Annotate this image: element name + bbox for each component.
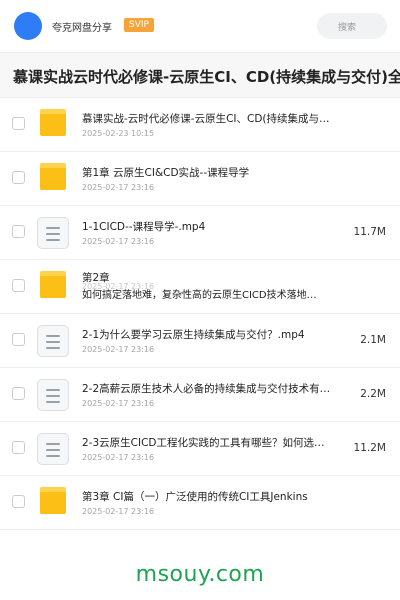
list-item[interactable]: 2-3云原生CICD工程化实践的工具有哪些？如何选择？.mp4 2025-02-… (0, 422, 400, 476)
document-icon (37, 379, 69, 411)
item-date: 2025-02-17 23:16 (82, 237, 155, 246)
item-date: 2025-02-17 23:16 (82, 345, 155, 354)
item-name: 2-2高薪云原生技术人必备的持续集成与交付技术有哪些？.mp4 (82, 383, 334, 395)
avatar[interactable] (14, 12, 42, 40)
item-date: 2025-02-17 23:16 (82, 183, 155, 192)
item-date: 2025-02-17 23:16 (82, 453, 155, 462)
search-input[interactable]: 搜索 (317, 13, 387, 39)
item-date: 2025-02-17 23:16 (82, 399, 155, 408)
item-date: 2025-02-23 10:15 (82, 129, 155, 138)
checkbox[interactable] (12, 495, 25, 508)
watermark: msouy.com (135, 562, 265, 587)
folder-icon (37, 271, 69, 303)
list-item[interactable]: 第1章 云原生CI&CD实战--课程导学 2025-02-17 23:16 (0, 152, 400, 206)
user-name[interactable]: 夸克网盘分享 (52, 19, 112, 34)
item-size: 2.2M (360, 388, 386, 400)
item-name: 第1章 云原生CI&CD实战--课程导学 (82, 167, 250, 179)
document-icon (37, 217, 69, 249)
page-title: 慕课实战云时代必修课-云原生CI、CD(持续集成与交付)全流程实战 (13, 68, 400, 86)
list-item[interactable]: 2-2高薪云原生技术人必备的持续集成与交付技术有哪些？.mp4 2025-02-… (0, 368, 400, 422)
item-name: 2-1为什么要学习云原生持续集成与交付？.mp4 (82, 329, 305, 341)
folder-icon (37, 487, 69, 519)
search-placeholder: 搜索 (338, 23, 357, 33)
checkbox[interactable] (12, 117, 25, 130)
list-item[interactable]: 第3章 CI篇（一）广泛使用的传统CI工具Jenkins 2025-02-17 … (0, 476, 400, 530)
checkbox[interactable] (12, 279, 25, 292)
item-size: 2.1M (360, 334, 386, 346)
item-date: 2025-02-17 23:16 (82, 507, 155, 516)
document-icon (37, 325, 69, 357)
item-name: 慕课实战-云时代必修课-云原生CI、CD(持续集成与交付)全流程实战 (82, 113, 334, 125)
checkbox[interactable] (12, 441, 25, 454)
list-item[interactable]: 1-1CICD--课程导学-.mp4 2025-02-17 23:16 11.7… (0, 206, 400, 260)
folder-icon (37, 109, 69, 141)
item-name-continued: 如何搞定落地难，复杂性高的云原生CICD技术落地实战 (82, 290, 322, 301)
title-bar: 慕课实战云时代必修课-云原生CI、CD(持续集成与交付)全流程实战 (0, 52, 400, 98)
item-size: 11.7M (353, 226, 386, 238)
checkbox[interactable] (12, 387, 25, 400)
checkbox[interactable] (12, 225, 25, 238)
checkbox[interactable] (12, 171, 25, 184)
item-name: 2-3云原生CICD工程化实践的工具有哪些？如何选择？.mp4 (82, 437, 334, 449)
list-item[interactable]: 慕课实战-云时代必修课-云原生CI、CD(持续集成与交付)全流程实战 2025-… (0, 98, 400, 152)
file-list: 慕课实战-云时代必修课-云原生CI、CD(持续集成与交付)全流程实战 2025-… (0, 98, 400, 530)
document-icon (37, 433, 69, 465)
header: 夸克网盘分享 SVIP 搜索 (0, 0, 400, 52)
checkbox[interactable] (12, 333, 25, 346)
item-size: 11.2M (353, 442, 386, 454)
list-item[interactable]: 第2章 2025-02-17 23:16 如何搞定落地难，复杂性高的云原生CIC… (0, 260, 400, 314)
svip-badge: SVIP (124, 18, 154, 32)
folder-icon (37, 163, 69, 195)
list-item[interactable]: 2-1为什么要学习云原生持续集成与交付？.mp4 2025-02-17 23:1… (0, 314, 400, 368)
item-name: 1-1CICD--课程导学-.mp4 (82, 221, 206, 233)
item-name: 第3章 CI篇（一）广泛使用的传统CI工具Jenkins (82, 491, 308, 503)
